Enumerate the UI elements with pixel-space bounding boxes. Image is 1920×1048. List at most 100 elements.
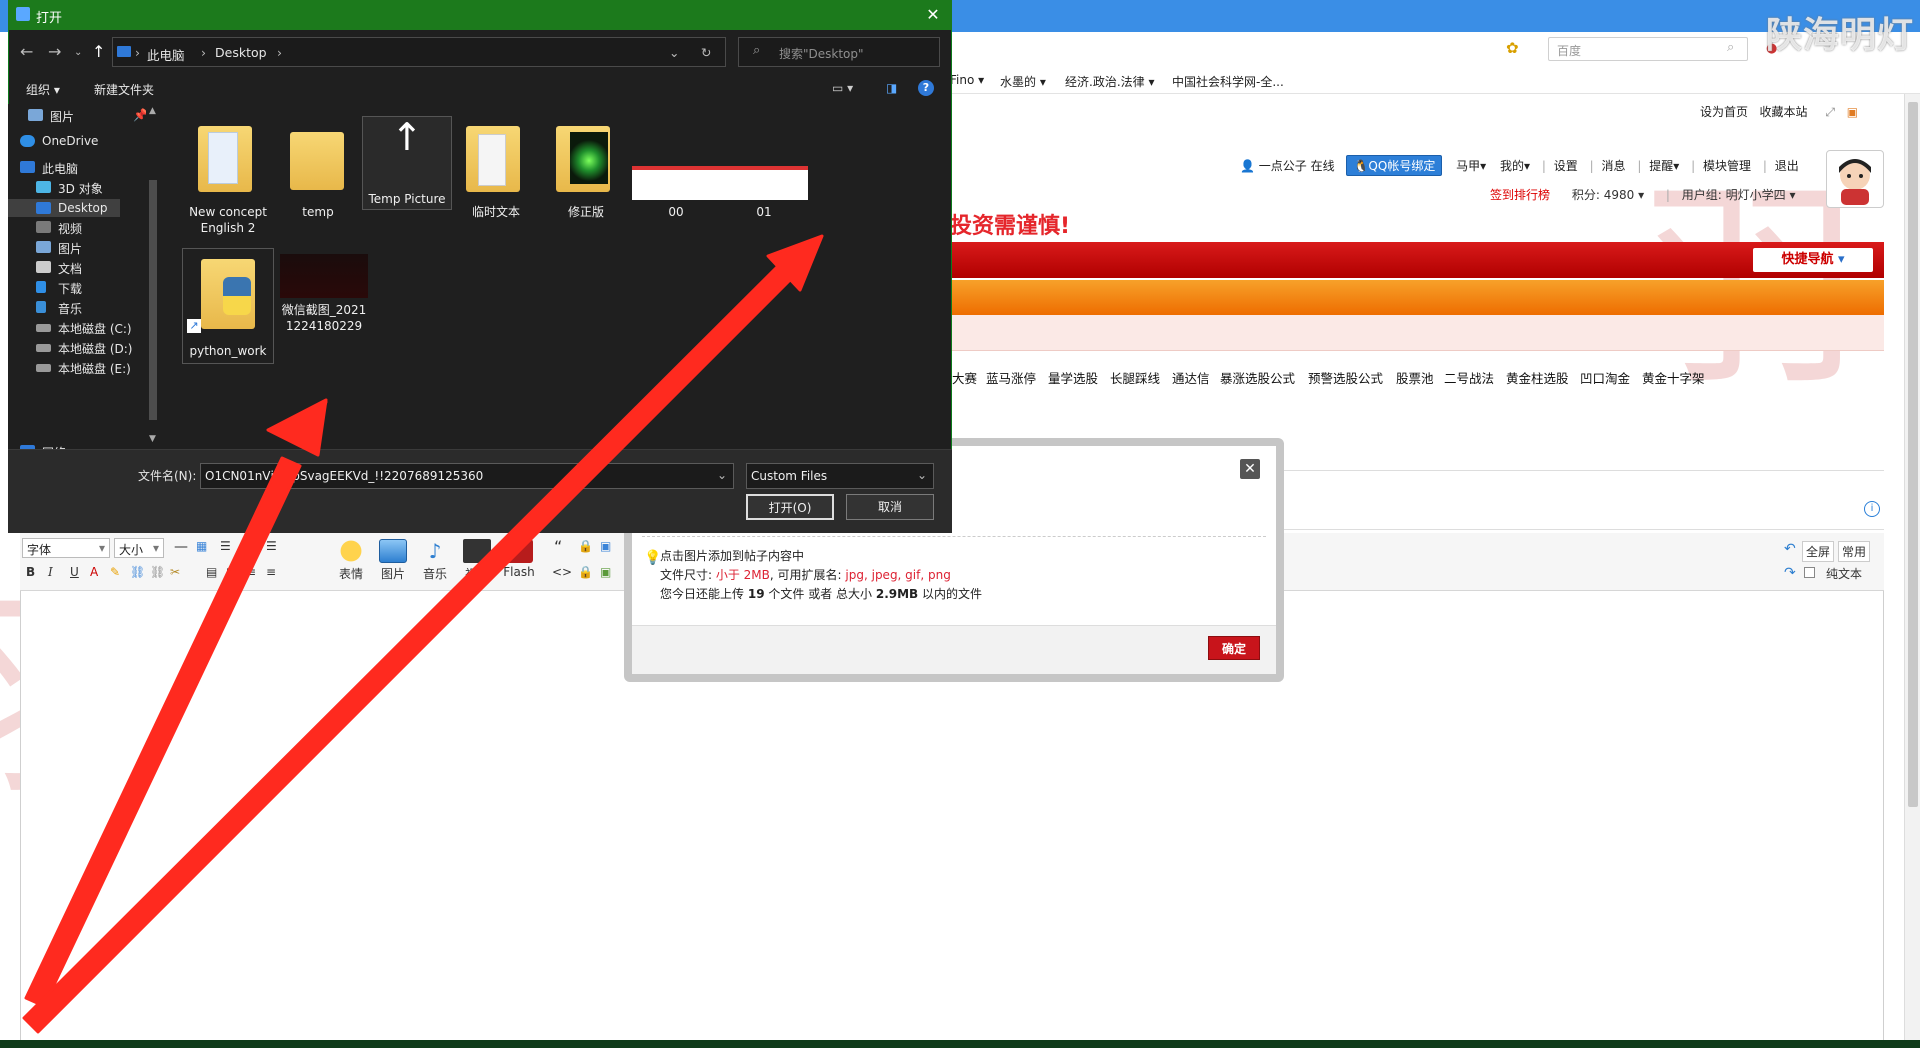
italic-icon[interactable]: I <box>48 565 53 579</box>
avatar[interactable] <box>1826 150 1884 208</box>
text-color-icon[interactable]: A <box>90 565 98 579</box>
forum-link[interactable]: 长腿踩线 <box>1110 368 1160 387</box>
refresh-icon[interactable]: ↻ <box>701 45 711 60</box>
redo-icon[interactable]: ↷ <box>1784 565 1796 581</box>
float-right-icon[interactable]: ▤ <box>226 565 237 579</box>
align-left-icon[interactable]: ☰ <box>220 539 231 553</box>
breadcrumb-this-pc[interactable]: 此电脑 <box>147 45 185 64</box>
nav-this-pc[interactable]: 此电脑 <box>20 160 78 177</box>
menu-majia[interactable]: 马甲▾ <box>1456 159 1486 173</box>
cancel-button[interactable]: 取消 <box>846 494 934 520</box>
common-button[interactable]: 常用 <box>1838 541 1871 562</box>
search-icon[interactable]: ⌕ <box>1727 40 1734 55</box>
menu-mine[interactable]: 我的▾ <box>1500 159 1530 173</box>
forum-link[interactable]: 凹口淘金 <box>1580 368 1630 387</box>
forum-link[interactable]: 股票池 <box>1396 368 1434 387</box>
menu-module-manage[interactable]: 模块管理 <box>1703 159 1751 173</box>
file-item-folder[interactable]: ↑ Temp Picture <box>362 116 452 210</box>
link-icon[interactable]: ⛓ <box>130 565 145 579</box>
nav-onedrive[interactable]: OneDrive <box>20 134 98 148</box>
view-options-icon[interactable]: ▭ ▾ <box>832 81 853 95</box>
file-item-image[interactable]: 微信截图_20211224180229 <box>280 254 368 334</box>
browser-search-input[interactable]: 百度 ⌕ <box>1548 37 1748 61</box>
bookmark-item[interactable]: Fino ▾ <box>950 73 984 87</box>
bookmark-item[interactable]: 水墨的 ▾ <box>1000 73 1046 90</box>
file-item-image[interactable]: 01 <box>720 122 808 220</box>
back-icon[interactable]: ← <box>20 42 33 61</box>
image-manage-icon[interactable]: ▣ <box>600 565 611 579</box>
file-item-image[interactable]: 00 <box>632 122 720 220</box>
font-size-select[interactable]: 大小 ▾ <box>114 538 164 558</box>
recent-dropdown-icon[interactable]: ⌄ <box>74 47 82 58</box>
file-item-folder[interactable]: 临时文本 <box>452 122 540 220</box>
theme-icon[interactable]: ▣ <box>1847 105 1858 119</box>
bookmark-site-link[interactable]: 收藏本站 <box>1759 105 1807 119</box>
undo-icon[interactable]: ↶ <box>1784 541 1796 557</box>
confirm-button[interactable]: 确定 <box>1208 636 1260 660</box>
scrollbar-thumb[interactable] <box>1908 102 1918 807</box>
lock-icon[interactable]: 🔒 <box>578 539 593 553</box>
underline-icon[interactable]: U <box>70 565 79 579</box>
unlink-icon[interactable]: ⛓ <box>150 565 165 579</box>
plain-text-checkbox[interactable] <box>1804 567 1815 578</box>
fullscreen-button[interactable]: 全屏 <box>1802 541 1835 562</box>
info-icon[interactable]: i <box>1864 501 1880 517</box>
unordered-list-icon[interactable]: ≡ <box>266 565 276 579</box>
new-folder-button[interactable]: 新建文件夹 <box>94 81 154 98</box>
align-center-icon[interactable]: ☰ <box>242 539 253 553</box>
forum-link[interactable]: 预警选股公式 <box>1308 368 1383 387</box>
nav-documents[interactable]: 文档 <box>36 260 82 277</box>
nav-3d-objects[interactable]: 3D 对象 <box>36 180 103 197</box>
extension-icon[interactable]: ✿ <box>1506 39 1519 57</box>
set-homepage-link[interactable]: 设为首页 <box>1700 105 1748 119</box>
open-button[interactable]: 打开(O) <box>746 494 834 520</box>
forum-link[interactable]: 黄金十字架 <box>1642 368 1705 387</box>
highlight-icon[interactable]: ✎ <box>110 565 120 579</box>
forum-link[interactable]: 暴涨选股公式 <box>1220 368 1295 387</box>
path-breadcrumb[interactable]: › 此电脑 › Desktop › ⌄ ↻ <box>112 37 726 67</box>
nav-pictures-pinned[interactable]: 图片 📌 <box>28 108 148 125</box>
user-group-display[interactable]: 用户组: 明灯小学四 ▾ <box>1682 188 1796 202</box>
filetype-select[interactable]: Custom Files ⌄ <box>746 463 934 489</box>
clear-format-icon[interactable]: ✂ <box>170 565 180 579</box>
menu-reminders[interactable]: 提醒▾ <box>1649 159 1679 173</box>
file-item-folder[interactable]: New concept English 2 <box>184 122 272 236</box>
nav-drive-d[interactable]: 本地磁盘 (D:) <box>36 340 132 357</box>
hide-icon[interactable]: 🔒 <box>578 565 593 579</box>
close-icon[interactable]: ✕ <box>1240 459 1260 479</box>
table-icon[interactable]: ▦ <box>196 539 207 553</box>
page-scrollbar[interactable] <box>1904 94 1920 1040</box>
preview-pane-icon[interactable]: ◨ <box>886 81 897 95</box>
forum-link[interactable]: 量学选股 <box>1048 368 1098 387</box>
menu-settings[interactable]: 设置 <box>1554 159 1578 173</box>
quick-nav-button[interactable]: 快捷导航 ▾ <box>1753 248 1873 272</box>
dialog-titlebar[interactable]: 打开 <box>8 0 952 30</box>
flash-tool[interactable]: Flash <box>500 539 538 579</box>
ordered-list-icon[interactable]: ≡ <box>246 565 256 579</box>
menu-logout[interactable]: 退出 <box>1775 159 1799 173</box>
resize-icon[interactable]: ⤢ <box>1825 105 1835 119</box>
bookmark-item[interactable]: 经济.政治.法律 ▾ <box>1065 73 1154 90</box>
nav-videos[interactable]: 视频 <box>36 220 82 237</box>
quote-icon[interactable]: “ <box>554 537 562 556</box>
font-family-select[interactable]: 字体 ▾ <box>22 538 110 558</box>
forum-link[interactable]: 二号战法 <box>1444 368 1494 387</box>
dialog-close-icon[interactable]: ✕ <box>922 4 944 26</box>
image-tool[interactable]: 图片 <box>376 539 410 582</box>
breadcrumb-desktop[interactable]: Desktop <box>215 45 267 60</box>
music-tool[interactable]: ♪ 音乐 <box>418 539 452 582</box>
code-icon[interactable]: <> <box>552 565 572 579</box>
help-icon[interactable]: ? <box>918 80 934 96</box>
nav-music[interactable]: 音乐 <box>36 300 82 317</box>
nav-pictures[interactable]: 图片 <box>36 240 82 257</box>
nav-drive-e[interactable]: 本地磁盘 (E:) <box>36 360 131 377</box>
file-item-folder[interactable]: temp <box>274 122 362 220</box>
forum-link[interactable]: 大赛 <box>952 368 977 387</box>
forum-link[interactable]: 黄金柱选股 <box>1506 368 1569 387</box>
float-left-icon[interactable]: ▤ <box>206 565 217 579</box>
username-link[interactable]: 一点公子 <box>1259 159 1307 173</box>
bookmark-item[interactable]: 中国社会科学网-全... <box>1172 73 1284 90</box>
file-item-folder[interactable]: 修正版 <box>542 122 630 220</box>
emoji-tool[interactable]: 表情 <box>334 539 368 582</box>
forum-link[interactable]: 通达信 <box>1172 368 1210 387</box>
